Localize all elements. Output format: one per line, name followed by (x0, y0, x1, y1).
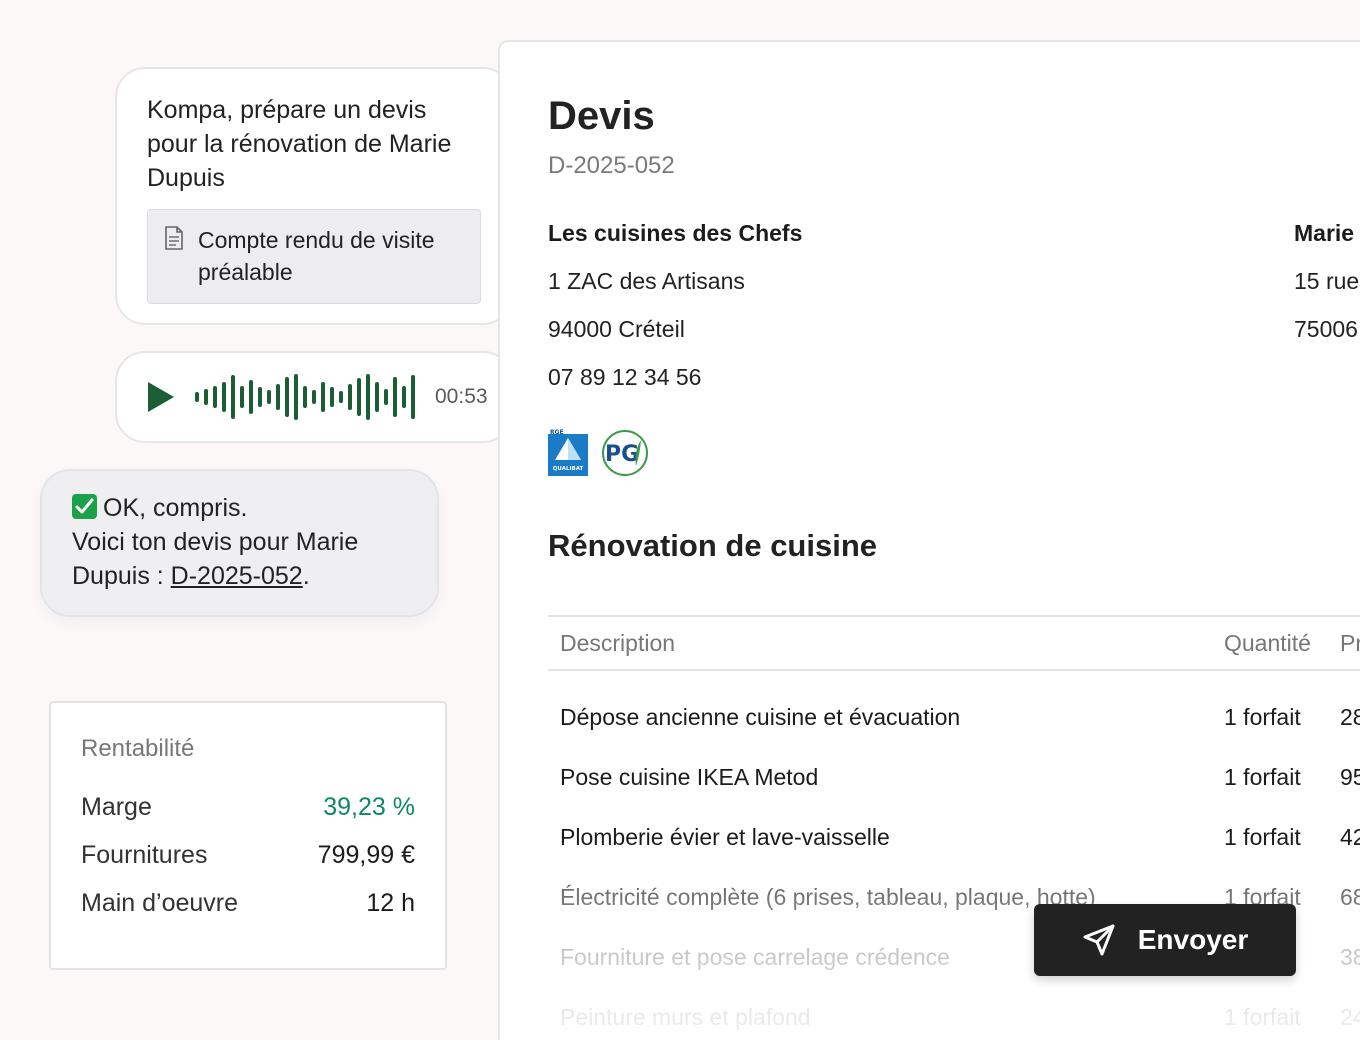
profit-row-labor: Main d’oeuvre 12 h (81, 889, 415, 917)
devis-document: Devis D-2025-052 Les cuisines des Chefs … (498, 40, 1360, 1040)
waveform-bar (330, 387, 334, 407)
table-header: Description Quantité Pr (548, 615, 1360, 671)
company-address-line1: 1 ZAC des Artisans (548, 268, 745, 294)
chat-request-bubble: Kompa, prépare un devis pour la rénovati… (115, 67, 513, 325)
table-row[interactable]: Plomberie évier et lave-vaisselle 1 forf… (548, 824, 1360, 884)
audio-message-bubble: 00:53 (115, 351, 513, 443)
svg-text:QUALIBAT: QUALIBAT (553, 466, 584, 472)
profit-row-supplies: Fournitures 799,99 € (81, 841, 415, 869)
check-icon (72, 494, 97, 519)
waveform-bar (267, 390, 271, 404)
waveform-bar (348, 384, 352, 410)
attachment-label: Compte rendu de visite préalable (198, 227, 435, 285)
send-button-label: Envoyer (1137, 924, 1249, 955)
send-button[interactable]: Envoyer (1034, 904, 1296, 976)
waveform-bar (357, 378, 361, 416)
page-title: Devis (548, 94, 655, 138)
waveform-bar (195, 392, 199, 402)
waveform-bar (366, 374, 370, 420)
profitability-title: Rentabilité (81, 735, 195, 762)
svg-text:RGE: RGE (550, 429, 564, 436)
profit-row-margin: Marge 39,23 % (81, 793, 415, 821)
company-phone: 07 89 12 34 56 (548, 364, 702, 390)
waveform-bar (294, 374, 298, 420)
waveform-bar (276, 384, 280, 410)
waveform-bar (321, 382, 325, 412)
client-name: Marie (1294, 220, 1355, 246)
supplies-value: 799,99 € (317, 841, 415, 869)
waveform-bar (339, 391, 343, 403)
waveform-bar (384, 389, 388, 405)
pg-certification-logo: PG (600, 428, 650, 478)
waveform-bar (222, 382, 226, 412)
waveform-bar (258, 387, 262, 407)
rge-qualibat-logo: RGE QUALIBAT (548, 428, 588, 476)
svg-text:PG: PG (605, 442, 639, 467)
audio-waveform[interactable] (195, 372, 415, 422)
waveform-bar (240, 386, 244, 408)
waveform-bar (204, 389, 208, 405)
waveform-bar (393, 377, 397, 417)
chat-reply-bubble: OK, compris. Voici ton devis pour Marie … (40, 469, 439, 617)
company-address-line2: 94000 Créteil (548, 316, 685, 342)
profitability-card: Rentabilité Marge 39,23 % Fournitures 79… (49, 701, 447, 970)
client-address-line2: 75006 (1294, 316, 1358, 342)
audio-duration: 00:53 (435, 385, 488, 408)
document-icon (164, 224, 184, 303)
waveform-bar (213, 386, 217, 408)
waveform-bar (303, 386, 307, 408)
header-description: Description (560, 630, 676, 656)
client-address-line1: 15 rue (1294, 268, 1360, 294)
attachment-chip[interactable]: Compte rendu de visite préalable (147, 209, 481, 304)
company-name: Les cuisines des Chefs (548, 220, 803, 246)
reply-confirmation: OK, compris. (103, 494, 248, 522)
waveform-bar (312, 390, 316, 404)
header-quantity: Quantité (1224, 630, 1311, 656)
waveform-bar (231, 375, 235, 419)
chat-request-message: Kompa, prépare un devis pour la rénovati… (147, 96, 452, 192)
send-icon (1082, 923, 1116, 957)
devis-number: D-2025-052 (548, 152, 675, 179)
table-row[interactable]: Pose cuisine IKEA Metod 1 forfait 95 (548, 764, 1360, 824)
waveform-bar (411, 375, 415, 419)
waveform-bar (285, 377, 289, 417)
labor-value: 12 h (366, 889, 415, 917)
play-icon[interactable] (147, 381, 175, 413)
waveform-bar (402, 386, 406, 408)
section-title: Rénovation de cuisine (548, 528, 878, 563)
margin-value: 39,23 % (323, 793, 415, 821)
waveform-bar (249, 380, 253, 414)
waveform-bar (375, 382, 379, 412)
table-row[interactable]: Dépose ancienne cuisine et évacuation 1 … (548, 704, 1360, 764)
table-row[interactable]: Peinture murs et plafond 1 forfait 24 (548, 1004, 1360, 1040)
devis-reference-link[interactable]: D-2025-052 (171, 562, 303, 590)
header-price: Pr (1340, 630, 1360, 656)
